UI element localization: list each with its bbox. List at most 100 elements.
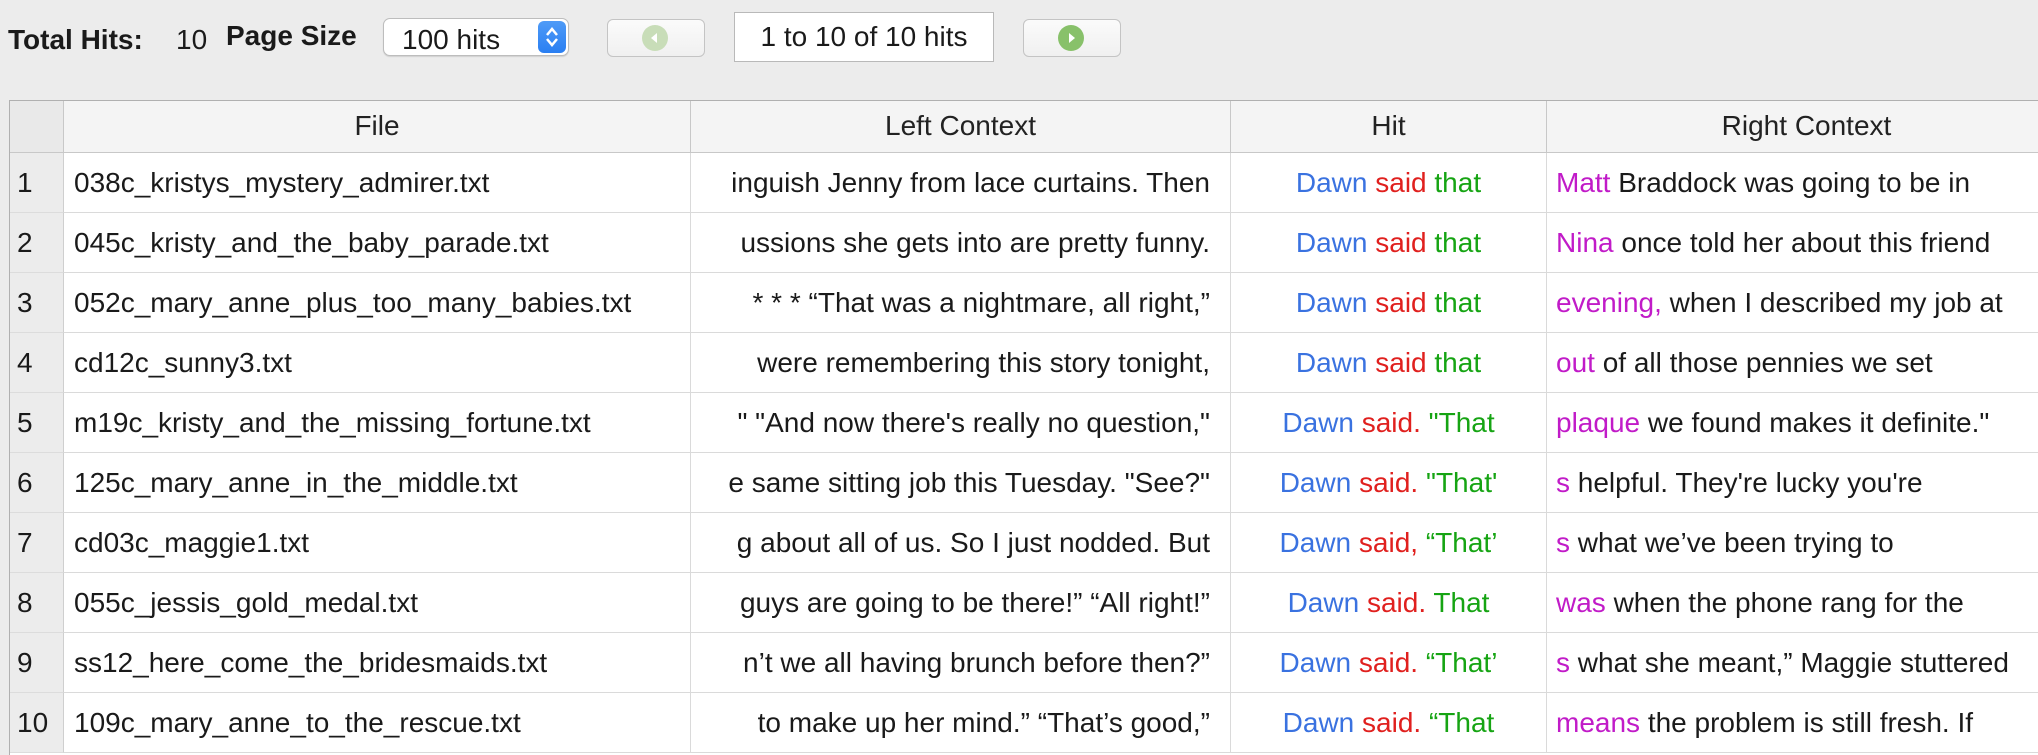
file-cell[interactable]: 045c_kristy_and_the_baby_parade.txt (64, 213, 691, 273)
column-header-right-context[interactable]: Right Context (1547, 101, 2038, 153)
right-context-first-word: evening, (1556, 287, 1662, 318)
page-range-display: 1 to 10 of 10 hits (734, 12, 994, 62)
back-arrow-icon (642, 25, 668, 51)
hit-word: said (1375, 227, 1427, 258)
page-size-value: 100 hits (402, 24, 501, 55)
right-context-rest: when the phone rang for the (1605, 587, 1964, 618)
left-context-cell[interactable]: e same sitting job this Tuesday. "See?" (691, 453, 1231, 513)
file-cell[interactable]: 055c_jessis_gold_medal.txt (64, 573, 691, 633)
right-context-cell[interactable]: Matt Braddock was going to be in (1547, 153, 2038, 213)
file-cell[interactable]: cd12c_sunny3.txt (64, 333, 691, 393)
total-hits-label: Total Hits: (8, 24, 143, 55)
left-context-text: inguish Jenny from lace curtains. Then (731, 167, 1210, 198)
left-context-cell[interactable]: n’t we all having brunch before then?” (691, 633, 1231, 693)
file-cell[interactable]: 125c_mary_anne_in_the_middle.txt (64, 453, 691, 513)
hit-cell[interactable]: Dawn said. That (1231, 573, 1547, 633)
hit-word: said. (1362, 707, 1422, 738)
left-context-cell[interactable]: guys are going to be there!” “All right!… (691, 573, 1231, 633)
left-context-text: to make up her mind.” “That’s good,” (757, 707, 1210, 738)
right-context-first-word: was (1556, 587, 1606, 618)
row-number: 3 (10, 273, 64, 333)
left-context-cell[interactable]: g about all of us. So I just nodded. But (691, 513, 1231, 573)
hit-cell[interactable]: Dawn said that (1231, 213, 1547, 273)
right-context-first-word: s (1556, 647, 1570, 678)
right-context-first-word: plaque (1556, 407, 1641, 438)
right-context-cell[interactable]: plaque we found makes it definite." (1547, 393, 2038, 453)
hit-word: said (1375, 167, 1427, 198)
hit-cell[interactable]: Dawn said. “That’ (1231, 633, 1547, 693)
right-context-rest: of all those pennies we set (1594, 347, 1933, 378)
hit-word: Dawn (1282, 707, 1355, 738)
hit-word: Dawn (1295, 287, 1368, 318)
results-table: File Left Context Hit Right Context 1 038… (9, 100, 2038, 755)
right-context-cell[interactable]: means the problem is still fresh. If (1547, 693, 2038, 753)
left-context-text: " "And now there's really no question," (737, 407, 1210, 438)
hit-word: said (1375, 347, 1427, 378)
hit-word: Dawn (1295, 167, 1368, 198)
column-header-file[interactable]: File (64, 101, 691, 153)
column-header-hit[interactable]: Hit (1231, 101, 1547, 153)
right-context-cell[interactable]: s what she meant,” Maggie stuttered (1547, 633, 2038, 693)
left-context-text: e same sitting job this Tuesday. "See?" (728, 467, 1210, 498)
row-number: 8 (10, 573, 64, 633)
hit-cell[interactable]: Dawn said that (1231, 273, 1547, 333)
hit-word: Dawn (1279, 467, 1352, 498)
hit-word: “That (1428, 707, 1495, 738)
left-context-cell[interactable]: * * * “That was a nightmare, all right,” (691, 273, 1231, 333)
hit-word: That (1433, 587, 1490, 618)
hit-cell[interactable]: Dawn said. "That' (1231, 453, 1547, 513)
row-number: 5 (10, 393, 64, 453)
hit-word: said. (1359, 467, 1419, 498)
file-cell[interactable]: m19c_kristy_and_the_missing_fortune.txt (64, 393, 691, 453)
total-hits-value: 10 (176, 24, 208, 55)
right-context-rest: helpful. They're lucky you're (1570, 467, 1923, 498)
hit-cell[interactable]: Dawn said that (1231, 333, 1547, 393)
right-context-cell[interactable]: Nina once told her about this friend (1547, 213, 2038, 273)
left-context-cell[interactable]: inguish Jenny from lace curtains. Then (691, 153, 1231, 213)
hit-word: “That’ (1425, 527, 1498, 558)
file-cell[interactable]: 109c_mary_anne_to_the_rescue.txt (64, 693, 691, 753)
row-number: 4 (10, 333, 64, 393)
next-page-button[interactable] (1023, 19, 1121, 57)
left-context-text: guys are going to be there!” “All right!… (739, 587, 1210, 618)
file-cell[interactable]: ss12_here_come_the_bridesmaids.txt (64, 633, 691, 693)
toolbar: Total Hits: 10 Page Size 100 hits 1 to 1… (0, 0, 2038, 78)
hit-word: said. (1358, 647, 1419, 678)
left-context-cell[interactable]: ussions she gets into are pretty funny. (691, 213, 1231, 273)
right-context-cell[interactable]: out of all those pennies we set (1547, 333, 2038, 393)
hit-word: Dawn (1282, 407, 1354, 438)
file-cell[interactable]: 038c_kristys_mystery_admirer.txt (64, 153, 691, 213)
right-context-first-word: s (1556, 467, 1570, 498)
hit-word: “That’ (1425, 647, 1498, 678)
hit-word: Dawn (1295, 347, 1368, 378)
hit-cell[interactable]: Dawn said. "That (1231, 393, 1547, 453)
row-number: 1 (10, 153, 64, 213)
right-context-first-word: means (1556, 707, 1641, 738)
hit-word: that (1434, 227, 1482, 258)
left-context-cell[interactable]: " "And now there's really no question," (691, 393, 1231, 453)
left-context-cell[interactable]: to make up her mind.” “That’s good,” (691, 693, 1231, 753)
hit-cell[interactable]: Dawn said, “That’ (1231, 513, 1547, 573)
file-cell[interactable]: cd03c_maggie1.txt (64, 513, 691, 573)
right-context-cell[interactable]: s what we’ve been trying to (1547, 513, 2038, 573)
file-cell[interactable]: 052c_mary_anne_plus_too_many_babies.txt (64, 273, 691, 333)
right-context-cell[interactable]: s helpful. They're lucky you're (1547, 453, 2038, 513)
right-context-rest: when I described my job at (1661, 287, 2003, 318)
right-context-first-word: Nina (1556, 227, 1614, 258)
row-number: 2 (10, 213, 64, 273)
left-context-cell[interactable]: were remembering this story tonight, (691, 333, 1231, 393)
hit-word: that (1434, 287, 1482, 318)
left-context-text: were remembering this story tonight, (757, 347, 1210, 378)
hit-cell[interactable]: Dawn said. “That (1231, 693, 1547, 753)
right-context-cell[interactable]: was when the phone rang for the (1547, 573, 2038, 633)
previous-page-button[interactable] (607, 19, 705, 57)
hit-cell[interactable]: Dawn said that (1231, 153, 1547, 213)
column-header-left-context[interactable]: Left Context (691, 101, 1231, 153)
hit-word: said, (1358, 527, 1419, 558)
hit-word: said. (1361, 407, 1421, 438)
right-context-cell[interactable]: evening, when I described my job at (1547, 273, 2038, 333)
left-context-text: ussions she gets into are pretty funny. (740, 227, 1210, 258)
right-context-rest: Braddock was going to be in (1610, 167, 1971, 198)
page-size-select[interactable]: 100 hits (383, 18, 569, 56)
hit-word: that (1434, 167, 1482, 198)
